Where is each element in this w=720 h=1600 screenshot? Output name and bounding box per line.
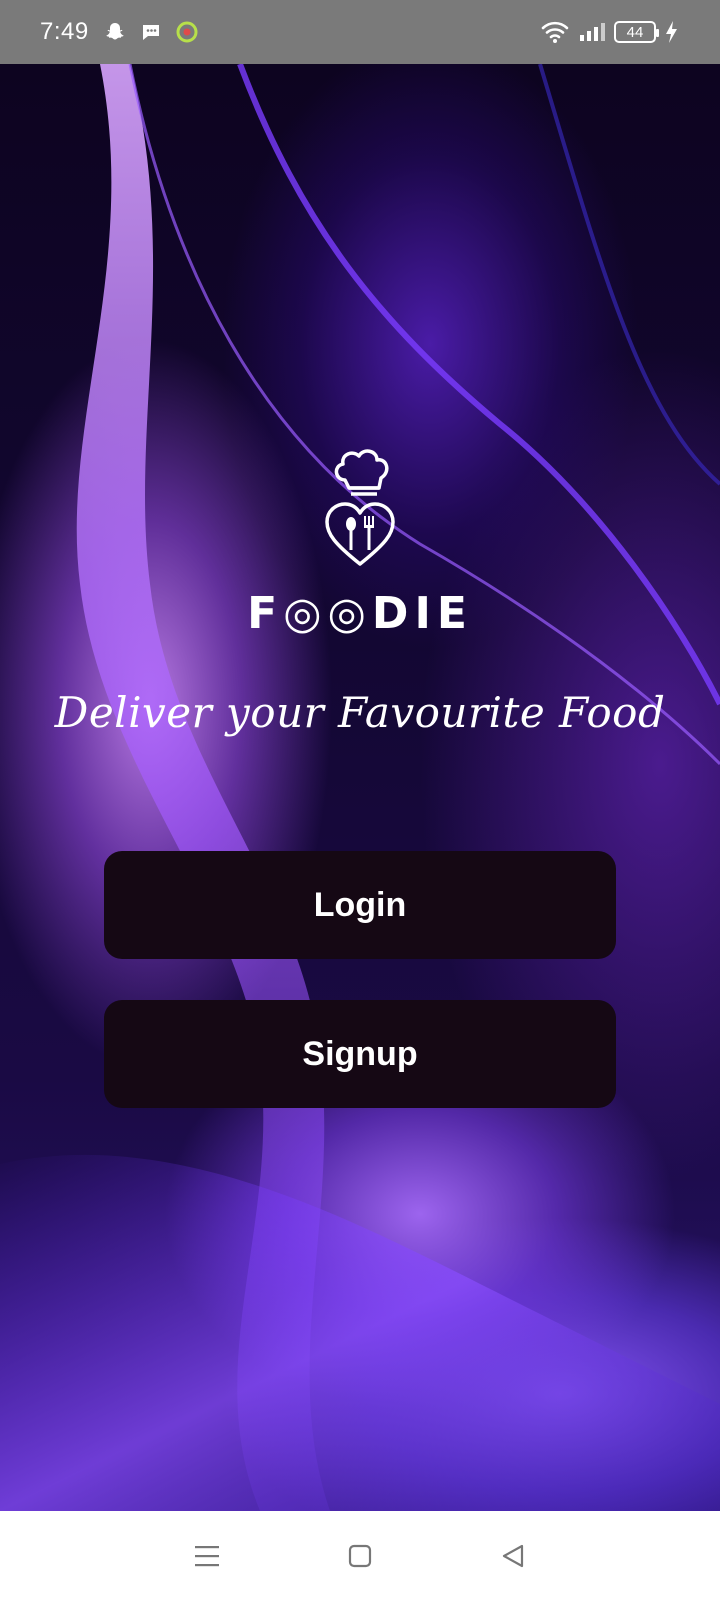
snapchat-icon <box>106 23 124 40</box>
tagline: Deliver your Favourite Food <box>54 688 666 737</box>
system-navigation-bar <box>0 1511 720 1600</box>
system-status-icons: 44 <box>540 19 680 45</box>
back-button[interactable] <box>493 1536 533 1576</box>
charging-icon <box>666 21 677 43</box>
signup-button[interactable]: Signup <box>104 1000 616 1108</box>
home-icon <box>348 1544 372 1567</box>
battery-level: 44 <box>626 23 644 41</box>
menu-icon <box>194 1545 219 1566</box>
target-app-icon <box>176 21 198 43</box>
menu-button[interactable] <box>187 1536 227 1576</box>
home-button[interactable] <box>340 1536 380 1576</box>
signal-icon <box>580 23 605 41</box>
app-logo: F◎◎DIE <box>0 440 720 639</box>
abstract-wave-graphic <box>0 64 720 1511</box>
brand-name: F◎◎DIE <box>247 588 473 639</box>
status-bar: 7:49 44 <box>0 0 720 64</box>
battery-icon: 44 <box>614 21 659 43</box>
status-time: 7:49 <box>40 18 89 45</box>
back-icon <box>503 1544 524 1567</box>
login-button[interactable]: Login <box>104 851 616 959</box>
notification-icons <box>103 20 199 44</box>
chef-hat-heart-cutlery-icon <box>325 449 395 566</box>
background-wallpaper <box>0 64 720 1511</box>
wifi-icon <box>541 21 569 43</box>
chat-bubble-icon <box>142 25 159 40</box>
